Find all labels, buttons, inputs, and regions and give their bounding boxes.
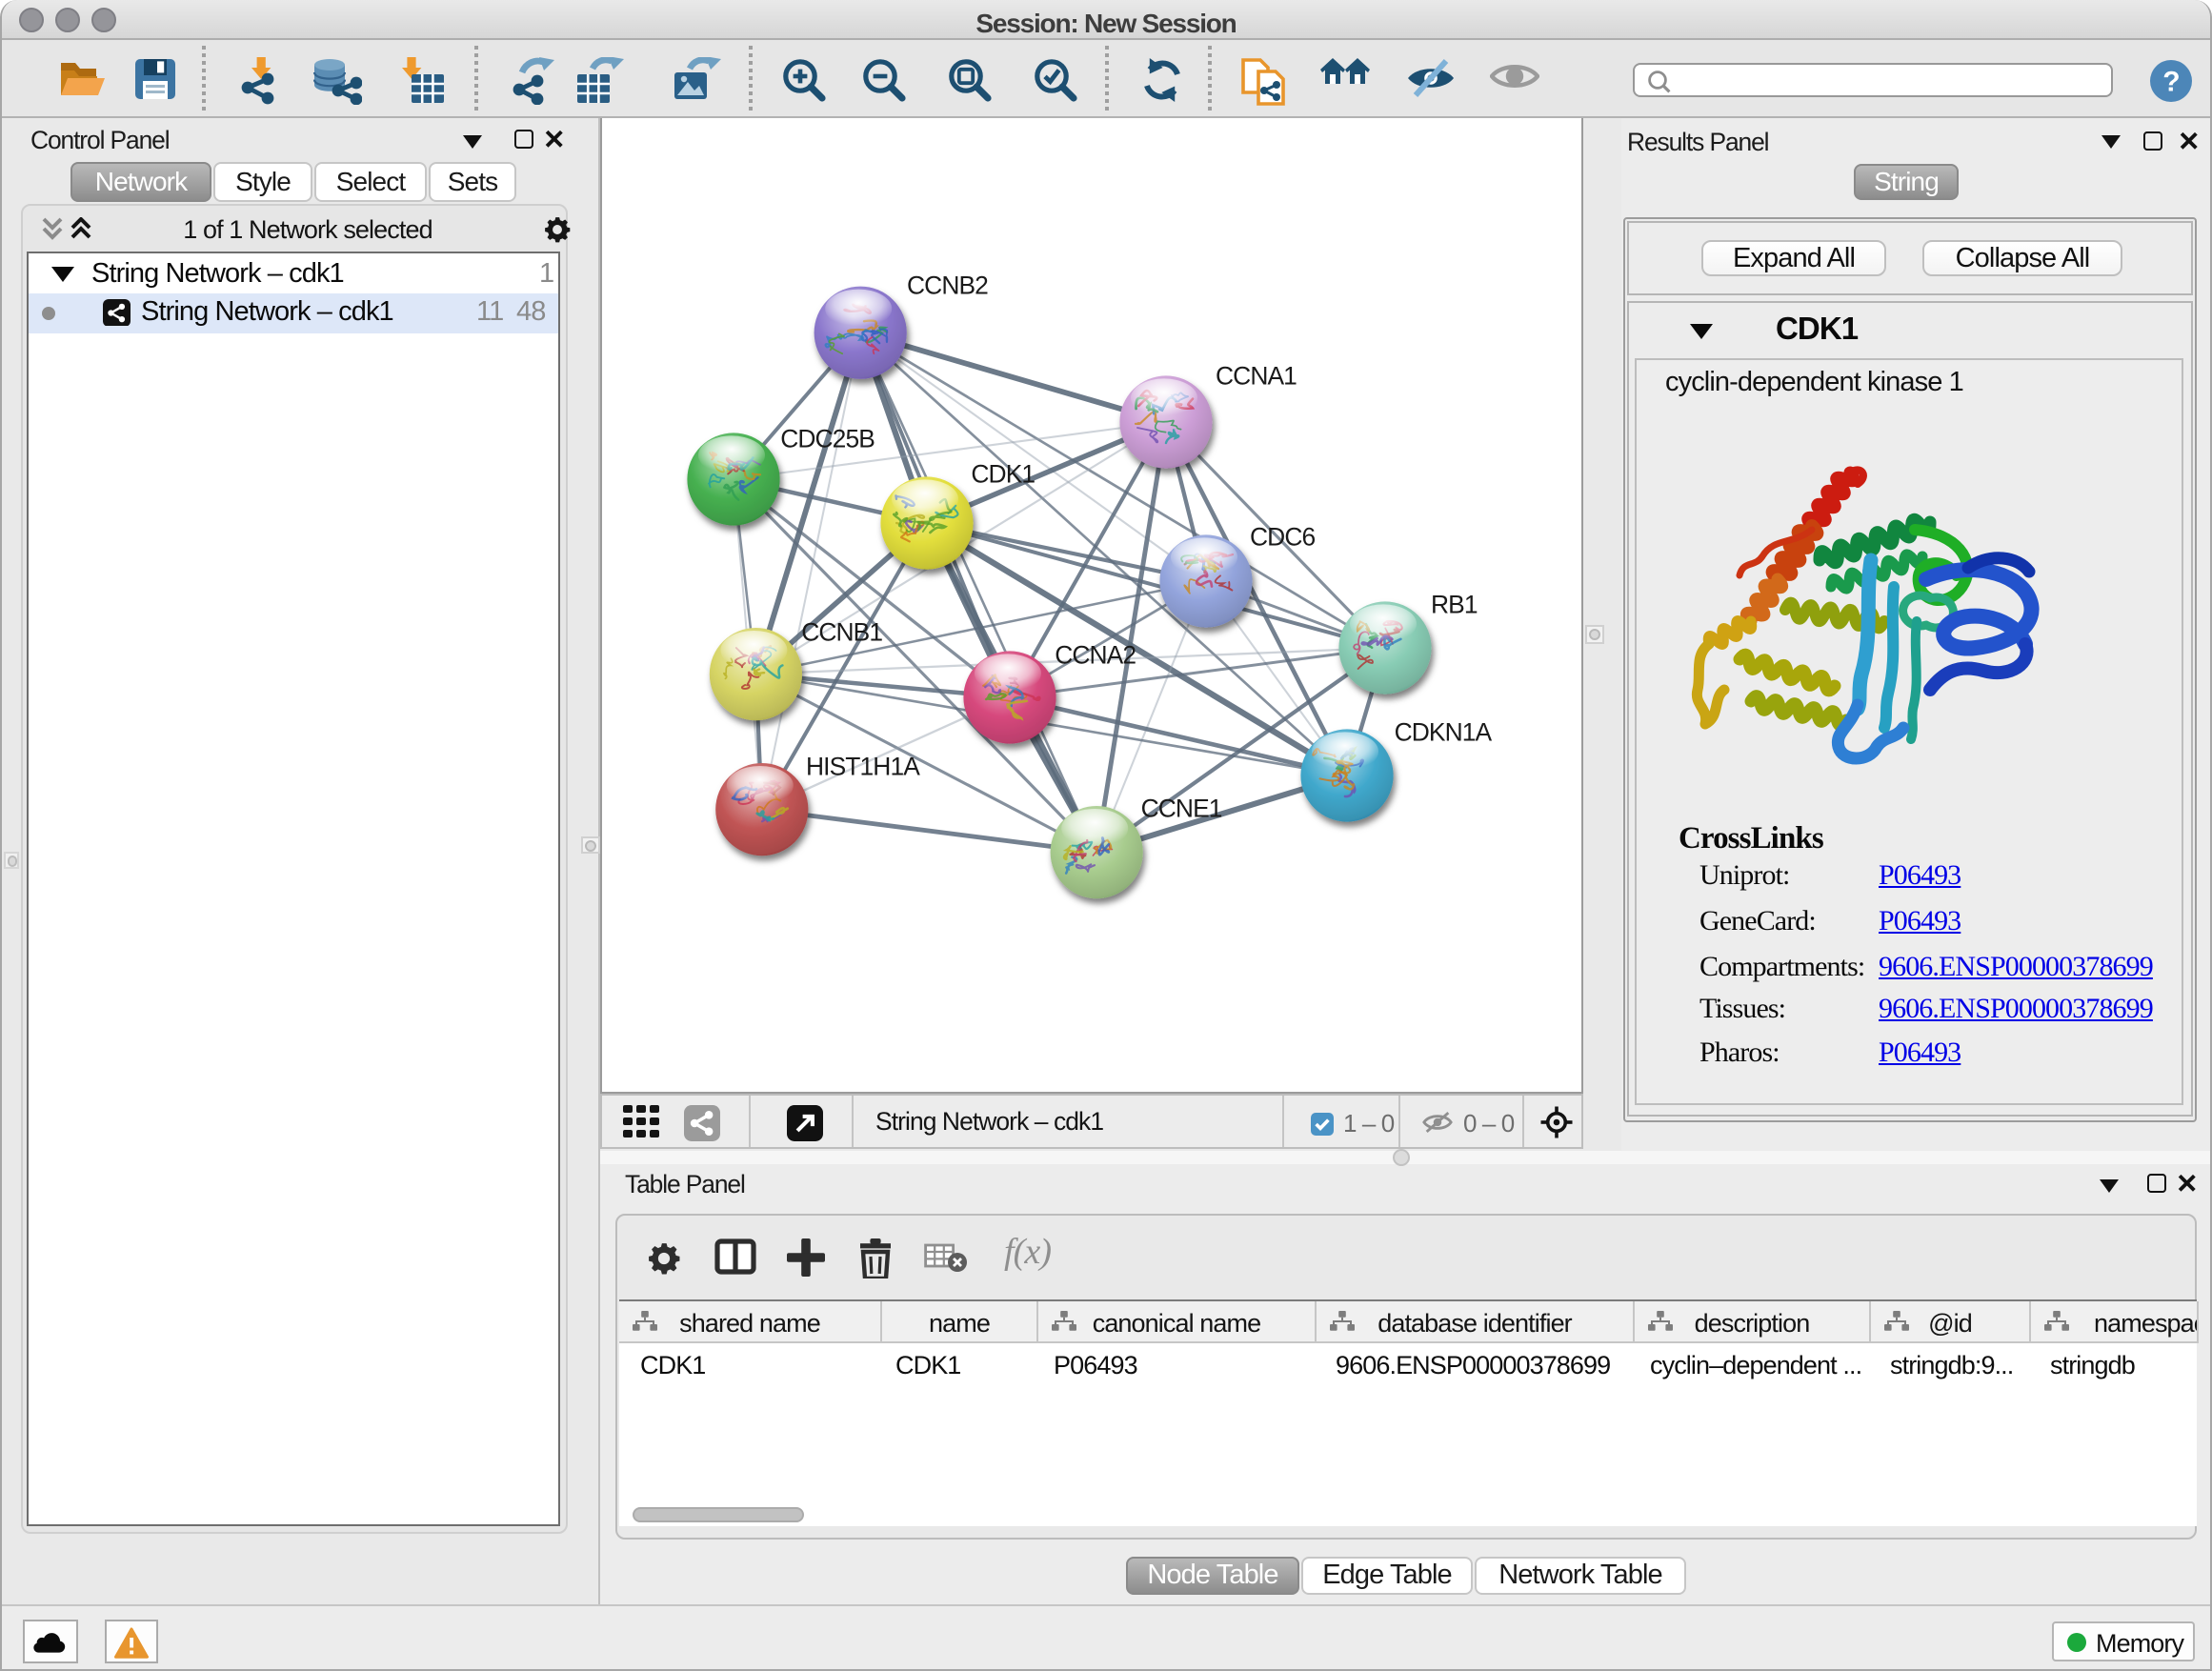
svg-text:CCNB2: CCNB2 [907,271,988,299]
svg-text:CDK1: CDK1 [971,459,1035,488]
svg-text:?: ? [2162,66,2178,97]
svg-text:CCNA1: CCNA1 [1216,361,1297,390]
svg-text:HIST1H1A: HIST1H1A [806,752,920,780]
svg-text:CDKN1A: CDKN1A [1395,717,1493,746]
svg-text:CCNE1: CCNE1 [1141,794,1222,822]
svg-text:CCNA2: CCNA2 [1055,640,1136,669]
svg-text:CDC25B: CDC25B [780,424,875,453]
svg-text:RB1: RB1 [1431,590,1478,618]
svg-text:CCNB1: CCNB1 [801,617,882,646]
svg-text:CDC6: CDC6 [1250,522,1315,551]
